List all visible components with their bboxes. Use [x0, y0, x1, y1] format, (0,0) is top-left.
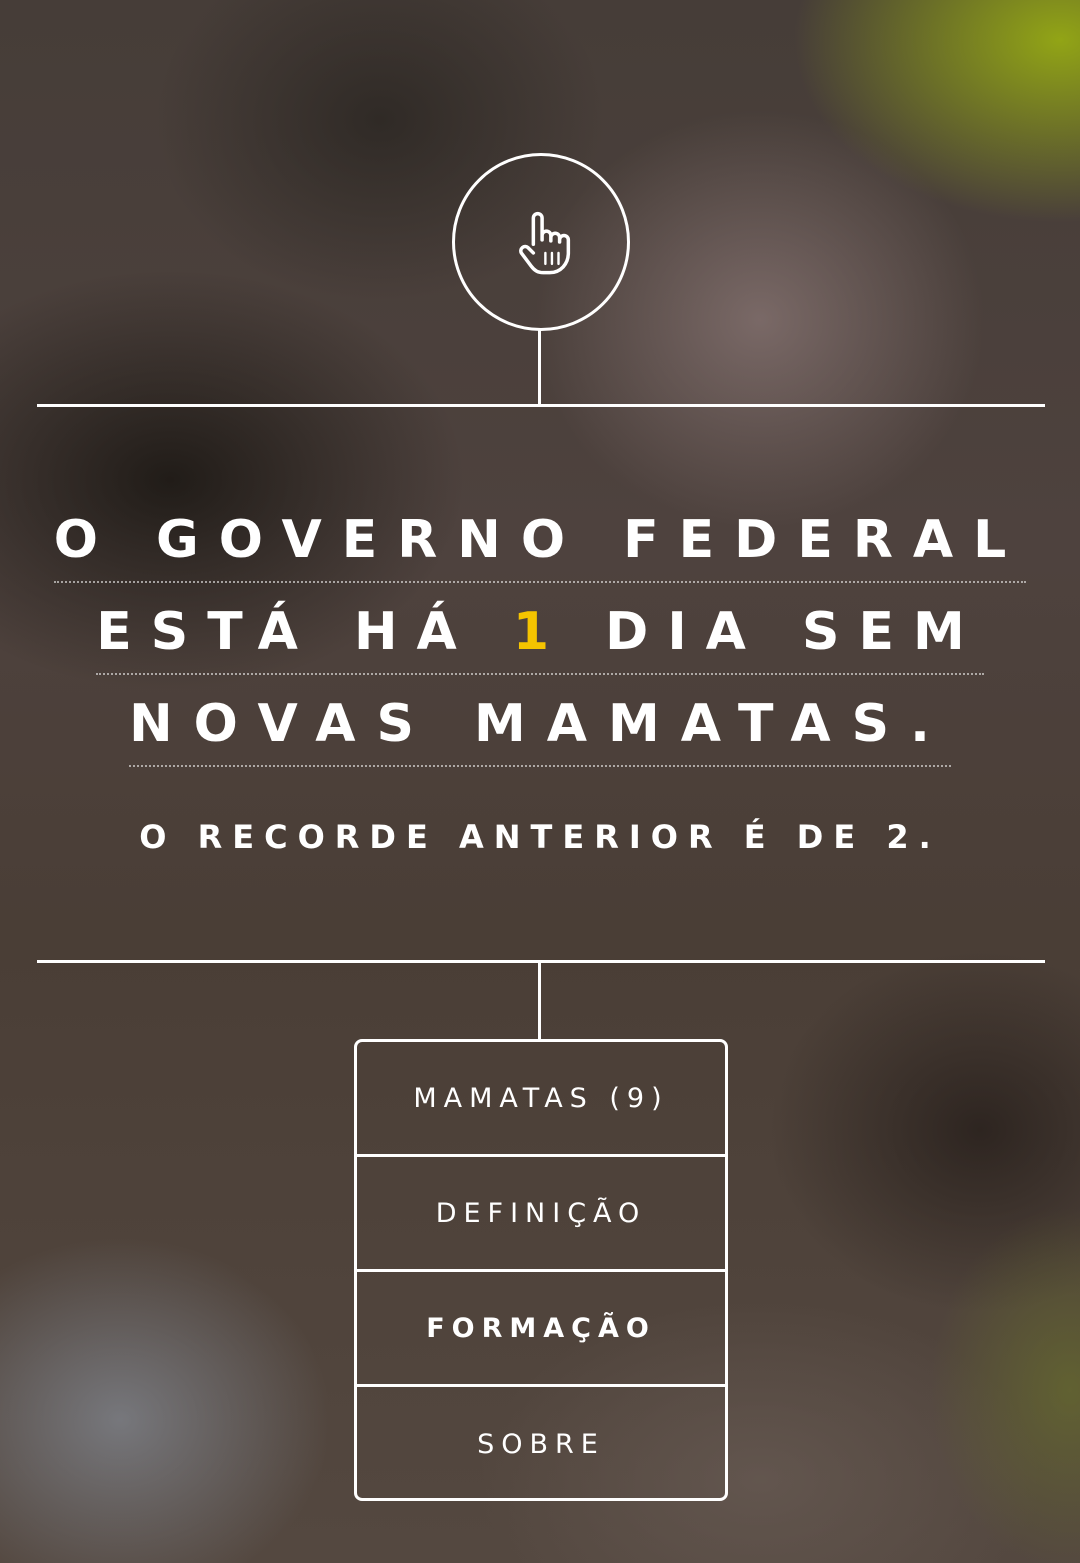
headline-line-2: ESTÁ HÁ 1 DIA SEM	[96, 597, 984, 675]
divider-top	[37, 404, 1045, 407]
pointer-hand-button[interactable]	[452, 153, 630, 331]
days-count: 1	[512, 602, 569, 662]
connector-line-bottom	[538, 963, 541, 1040]
menu-item-mamatas[interactable]: MAMATAS (9)	[357, 1042, 725, 1157]
menu-item-formacao[interactable]: FORMAÇÃO	[357, 1272, 725, 1387]
divider-bottom	[37, 960, 1045, 963]
menu-item-sobre[interactable]: SOBRE	[357, 1387, 725, 1498]
headline-line-2-after: DIA SEM	[568, 602, 984, 662]
menu-item-definicao[interactable]: DEFINIÇÃO	[357, 1157, 725, 1272]
headline-line-2-before: ESTÁ HÁ	[96, 602, 513, 662]
previous-record-text: O RECORDE ANTERIOR É DE 2.	[139, 818, 941, 856]
headline: O GOVERNO FEDERAL ESTÁ HÁ 1 DIA SEM NOVA…	[0, 505, 1080, 781]
headline-line-3: NOVAS MAMATAS.	[129, 689, 951, 767]
headline-line-1: O GOVERNO FEDERAL	[53, 505, 1027, 583]
main-menu: MAMATAS (9) DEFINIÇÃO FORMAÇÃO SOBRE	[354, 1039, 728, 1501]
pointing-hand-icon	[519, 211, 571, 275]
connector-line-top	[538, 330, 541, 406]
